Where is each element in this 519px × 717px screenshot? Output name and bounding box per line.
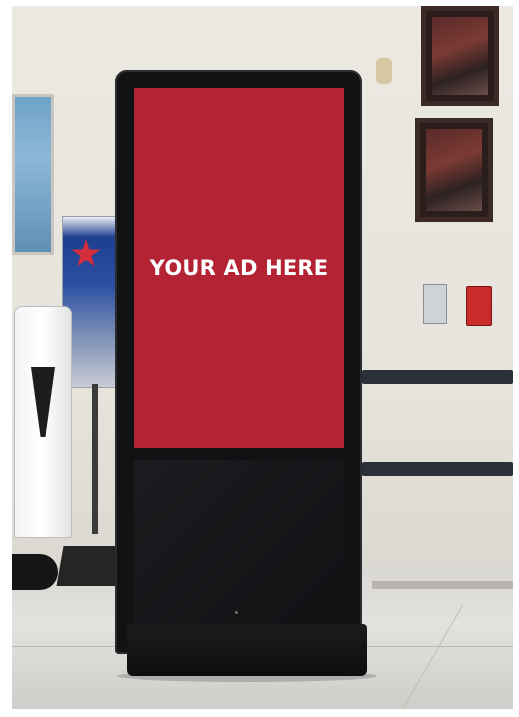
- umbrella-bag-dispenser: [14, 306, 72, 538]
- banner-pole: [92, 384, 98, 534]
- framed-picture-image: [426, 129, 482, 211]
- framed-picture-image: [432, 17, 488, 95]
- kiosk-screen: YOUR AD HERE: [134, 88, 344, 448]
- fire-alarm-icon: [466, 286, 492, 326]
- photo: YOUR AD HERE: [12, 6, 513, 709]
- framed-picture-top: [421, 6, 499, 106]
- umbrella-dispenser-base: [12, 554, 58, 590]
- light-switch-icon: [423, 284, 447, 324]
- star-icon: [71, 239, 101, 267]
- wall-light-icon: [376, 58, 392, 84]
- wall-stripe-upper: [362, 370, 513, 384]
- umbrella-icon: [31, 367, 55, 437]
- digital-kiosk: YOUR AD HERE: [115, 70, 362, 654]
- kiosk-lower-panel: [134, 460, 344, 635]
- wall-stripe-lower: [362, 462, 513, 476]
- framed-picture-bottom: [415, 118, 493, 222]
- wall-poster: [12, 94, 54, 255]
- power-led-icon: [235, 611, 238, 614]
- baseboard: [372, 581, 513, 589]
- kiosk-base: [127, 624, 367, 676]
- ad-text: YOUR AD HERE: [149, 256, 329, 280]
